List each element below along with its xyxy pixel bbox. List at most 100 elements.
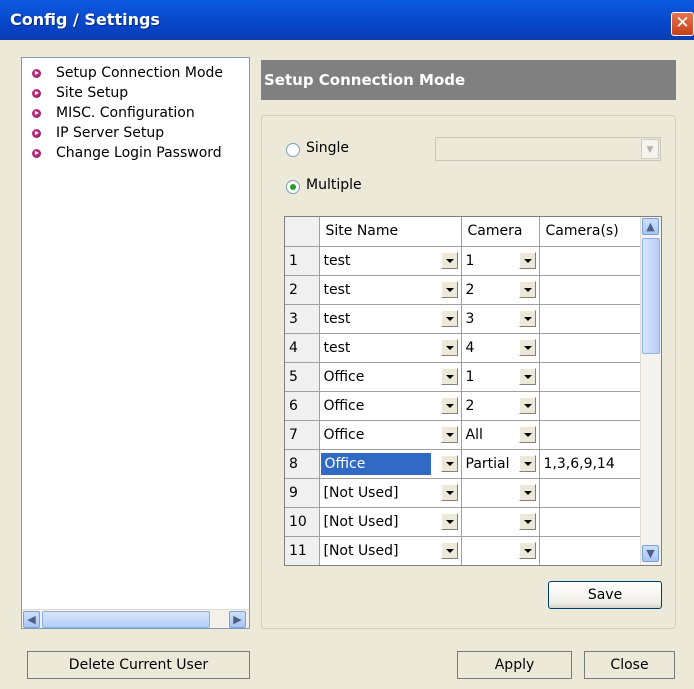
camera-cell[interactable]: 1	[461, 362, 540, 392]
scrollbar-thumb[interactable]	[642, 238, 660, 354]
chevron-down-icon[interactable]	[440, 396, 458, 414]
chevron-down-icon[interactable]	[518, 425, 536, 443]
chevron-down-icon[interactable]	[440, 483, 458, 501]
nav-item-change-login-password[interactable]: Change Login Password	[22, 143, 249, 163]
scroll-up-icon[interactable]: ▲	[642, 218, 659, 235]
grid-row[interactable]: 9 [Not Used]	[285, 478, 641, 508]
cameras-cell[interactable]	[539, 478, 641, 508]
site-name-cell[interactable]: [Not Used]	[319, 507, 462, 537]
chevron-down-icon[interactable]	[518, 454, 536, 472]
chevron-down-icon[interactable]	[518, 251, 536, 269]
apply-button[interactable]: Apply	[457, 651, 572, 679]
grid-row[interactable]: 1 test 1	[285, 246, 641, 276]
camera-cell[interactable]: 2	[461, 275, 540, 305]
row-number: 9	[285, 478, 320, 508]
chevron-down-icon[interactable]	[440, 280, 458, 298]
grid-row[interactable]: 3 test 3	[285, 304, 641, 334]
chevron-down-icon[interactable]	[518, 309, 536, 327]
chevron-down-icon[interactable]	[440, 338, 458, 356]
camera-cell[interactable]: 2	[461, 391, 540, 421]
grid-vertical-scrollbar[interactable]: ▲ ▼	[640, 217, 661, 565]
grid-row[interactable]: 2 test 2	[285, 275, 641, 305]
single-radio[interactable]	[286, 143, 300, 157]
save-button[interactable]: Save	[548, 581, 662, 609]
cameras-cell[interactable]	[539, 333, 641, 363]
nav-item-setup-connection-mode[interactable]: Setup Connection Mode	[22, 63, 249, 83]
grid-row[interactable]: 8 Office Partial 1,3,6,9,14	[285, 449, 641, 479]
chevron-down-icon[interactable]	[440, 367, 458, 385]
grid-row[interactable]: 11 [Not Used]	[285, 536, 641, 565]
nav-item-ip-server-setup[interactable]: IP Server Setup	[22, 123, 249, 143]
cameras-cell[interactable]	[539, 304, 641, 334]
cameras-cell[interactable]	[539, 246, 641, 276]
site-name-cell[interactable]: test	[319, 275, 462, 305]
site-name-cell[interactable]: [Not Used]	[319, 536, 462, 565]
nav-item-site-setup[interactable]: Site Setup	[22, 83, 249, 103]
chevron-down-icon[interactable]	[440, 251, 458, 269]
camera-cell[interactable]: 4	[461, 333, 540, 363]
site-name-cell[interactable]: test	[319, 333, 462, 363]
grid-row[interactable]: 10 [Not Used]	[285, 507, 641, 537]
site-name-value: test	[323, 310, 351, 327]
chevron-down-icon[interactable]	[440, 512, 458, 530]
site-name-cell[interactable]: Office	[319, 362, 462, 392]
site-name-value: test	[323, 281, 351, 298]
chevron-down-icon[interactable]	[518, 483, 536, 501]
multiple-radio[interactable]	[286, 180, 300, 194]
grid-row[interactable]: 5 Office 1	[285, 362, 641, 392]
chevron-down-icon[interactable]	[518, 280, 536, 298]
grid-row[interactable]: 12[Not Used]	[285, 565, 640, 566]
site-name-cell[interactable]: test	[319, 246, 462, 276]
grid-row[interactable]: 6 Office 2	[285, 391, 641, 421]
cameras-cell[interactable]	[539, 420, 641, 450]
nav-horizontal-scrollbar[interactable]: ◀ ▶	[22, 609, 249, 628]
chevron-down-icon: ▼	[641, 139, 659, 159]
grid-row[interactable]: 4 test 4	[285, 333, 641, 363]
cameras-cell[interactable]	[539, 536, 641, 565]
site-name-value: test	[323, 339, 351, 356]
camera-cell[interactable]: 3	[461, 304, 540, 334]
close-button[interactable]: Close	[584, 651, 675, 679]
chevron-down-icon[interactable]	[518, 338, 536, 356]
chevron-down-icon[interactable]	[518, 512, 536, 530]
cameras-cell[interactable]	[539, 507, 641, 537]
site-name-cell[interactable]: test	[319, 304, 462, 334]
camera-cell[interactable]	[461, 565, 539, 566]
cameras-cell[interactable]: 1,3,6,9,14	[539, 449, 641, 479]
cameras-cell[interactable]	[539, 565, 640, 566]
grid-row[interactable]: 7 Office All	[285, 420, 641, 450]
cameras-cell[interactable]	[539, 275, 641, 305]
scrollbar-thumb[interactable]	[42, 611, 210, 628]
camera-cell[interactable]: All	[461, 420, 540, 450]
column-header-site-name[interactable]: Site Name	[319, 217, 462, 247]
column-header-cameras[interactable]: Camera(s)	[539, 217, 641, 247]
camera-cell[interactable]	[461, 536, 540, 565]
chevron-down-icon[interactable]	[518, 367, 536, 385]
chevron-down-icon[interactable]	[440, 541, 458, 559]
chevron-down-icon[interactable]	[518, 396, 536, 414]
scroll-right-icon[interactable]: ▶	[229, 611, 246, 628]
scroll-down-icon[interactable]: ▼	[642, 545, 659, 562]
nav-item-misc-configuration[interactable]: MISC. Configuration	[22, 103, 249, 123]
site-name-cell[interactable]: Office	[319, 391, 462, 421]
site-name-cell[interactable]: Office	[319, 449, 462, 479]
site-name-cell[interactable]: Office	[319, 420, 462, 450]
site-name-value: [Not Used]	[323, 513, 399, 530]
camera-cell[interactable]: Partial	[461, 449, 540, 479]
scroll-left-icon[interactable]: ◀	[23, 611, 40, 628]
delete-current-user-button[interactable]: Delete Current User	[27, 651, 250, 679]
chevron-down-icon[interactable]	[440, 425, 458, 443]
window-close-icon[interactable]: ✕	[671, 12, 694, 36]
camera-cell[interactable]	[461, 507, 540, 537]
chevron-down-icon[interactable]	[440, 454, 458, 472]
row-number: 3	[285, 304, 320, 334]
chevron-down-icon[interactable]	[518, 541, 536, 559]
site-name-cell[interactable]: [Not Used]	[319, 478, 462, 508]
camera-cell[interactable]: 1	[461, 246, 540, 276]
column-header-camera[interactable]: Camera	[461, 217, 540, 247]
cameras-cell[interactable]	[539, 362, 641, 392]
site-name-cell[interactable]: [Not Used]	[319, 565, 461, 566]
chevron-down-icon[interactable]	[440, 309, 458, 327]
camera-cell[interactable]	[461, 478, 540, 508]
cameras-cell[interactable]	[539, 391, 641, 421]
